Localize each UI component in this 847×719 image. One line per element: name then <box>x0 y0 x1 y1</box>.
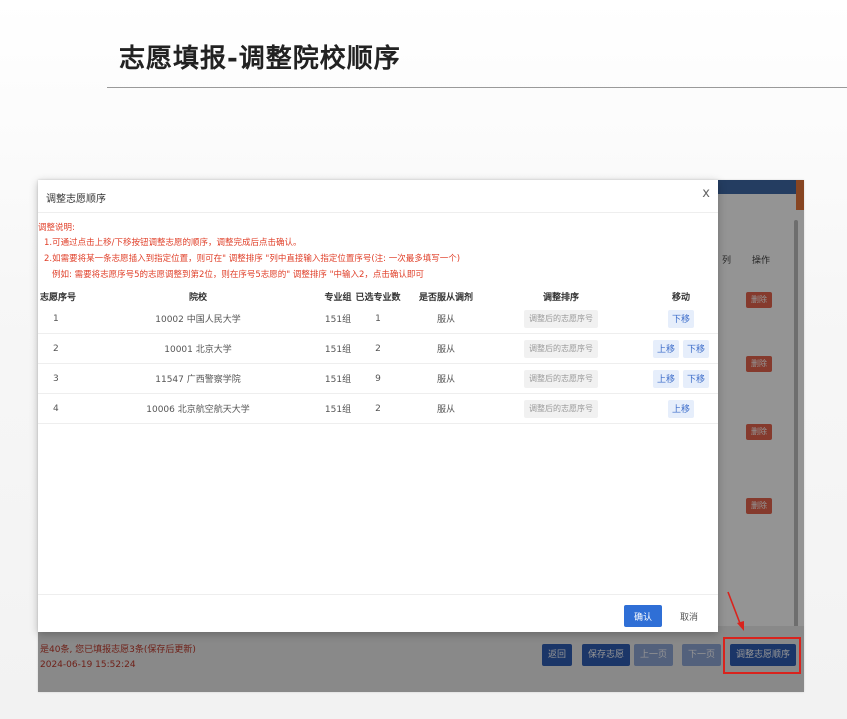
adjust-order-input[interactable] <box>524 339 598 358</box>
row-count: 2 <box>375 403 381 414</box>
note-line-1: 1.可通过点击上移/下移按钮调整志愿的顺序，调整完成后点击确认。 <box>44 238 302 248</box>
move-down-button[interactable]: 下移 <box>683 369 710 388</box>
col-adjust: 调整排序 <box>542 292 579 303</box>
modal-title: 调整志愿顺序 <box>46 194 106 205</box>
move-up-button[interactable]: 上移 <box>652 369 679 388</box>
confirm-button[interactable]: 确认 <box>624 605 662 627</box>
table-header: 志愿序号 院校 专业组 已选专业数 是否服从调剂 调整排序 移动 <box>38 288 718 304</box>
row-count: 9 <box>375 373 381 384</box>
move-down-button[interactable]: 下移 <box>683 339 710 358</box>
adjust-order-input[interactable] <box>524 399 598 418</box>
note-example: 例如: 需要将志愿序号5的志愿调整到第2位，则在序号5志愿的" 调整排序 "中输… <box>52 270 424 280</box>
table-row: 3 11547 广西警察学院 151组 9 服从 上移 下移 <box>38 364 718 394</box>
table-row: 4 10006 北京航空航天大学 151组 2 服从 上移 <box>38 394 718 424</box>
col-count: 已选专业数 <box>355 292 401 303</box>
row-obey: 服从 <box>436 375 455 385</box>
move-up-button[interactable]: 上移 <box>667 399 694 418</box>
highlight-box <box>723 637 801 674</box>
move-up-button[interactable]: 上移 <box>652 339 679 358</box>
row-school: 11547 广西警察学院 <box>155 375 241 385</box>
table-row: 1 10002 中国人民大学 151组 1 服从 下移 <box>38 304 718 334</box>
adjust-order-input[interactable] <box>524 369 598 388</box>
order-table: 志愿序号 院校 专业组 已选专业数 是否服从调剂 调整排序 移动 1 10002… <box>38 288 718 424</box>
cancel-button[interactable]: 取消 <box>670 605 708 627</box>
col-seq: 志愿序号 <box>40 292 77 303</box>
row-count: 2 <box>375 343 381 354</box>
title-divider <box>107 87 847 88</box>
move-down-button[interactable]: 下移 <box>667 309 694 328</box>
note-heading: 调整说明: <box>38 223 75 233</box>
col-move: 移动 <box>671 292 690 303</box>
modal-header: 调整志愿顺序 x <box>38 180 718 213</box>
row-count: 1 <box>375 313 381 324</box>
note-line-2: 2.如需要将某一条志愿插入到指定位置，则可在" 调整排序 "列中直接输入指定位置… <box>44 254 461 264</box>
modal-footer: 确认 取消 <box>38 594 718 633</box>
row-school: 10002 中国人民大学 <box>155 315 241 325</box>
row-school: 10001 北京大学 <box>164 345 232 355</box>
row-obey: 服从 <box>436 315 455 325</box>
close-icon[interactable]: x <box>702 186 710 201</box>
adjust-order-modal: 调整志愿顺序 x 调整说明: 1.可通过点击上移/下移按钮调整志愿的顺序，调整完… <box>38 180 718 632</box>
row-obey: 服从 <box>436 405 455 415</box>
table-row: 2 10001 北京大学 151组 2 服从 上移 下移 <box>38 334 718 364</box>
col-school: 院校 <box>188 292 207 303</box>
adjust-order-input[interactable] <box>524 309 598 328</box>
row-obey: 服从 <box>436 345 455 355</box>
slide-title: 志愿填报-调整院校顺序 <box>119 44 401 74</box>
row-school: 10006 北京航空航天大学 <box>146 405 250 415</box>
col-obey: 是否服从调剂 <box>418 292 473 303</box>
annotation-arrow-icon <box>727 591 744 631</box>
